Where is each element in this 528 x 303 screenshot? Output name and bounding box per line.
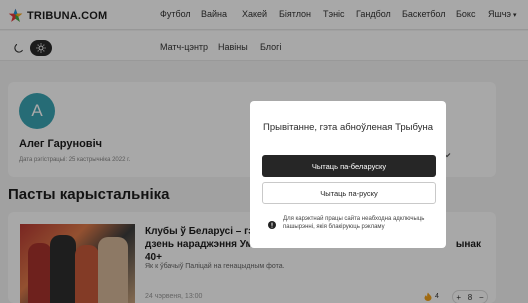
adblock-notice: Для карэктнай працы сайта неабходна адкл… xyxy=(283,216,425,230)
modal-title: Прывітанне, гэта абноўленая Трыбуна xyxy=(263,122,433,133)
info-icon xyxy=(268,221,276,229)
read-belarusian-button[interactable]: Чытаць па-беларуску xyxy=(262,155,436,177)
read-russian-button[interactable]: Чытаць па-руску xyxy=(262,182,436,204)
